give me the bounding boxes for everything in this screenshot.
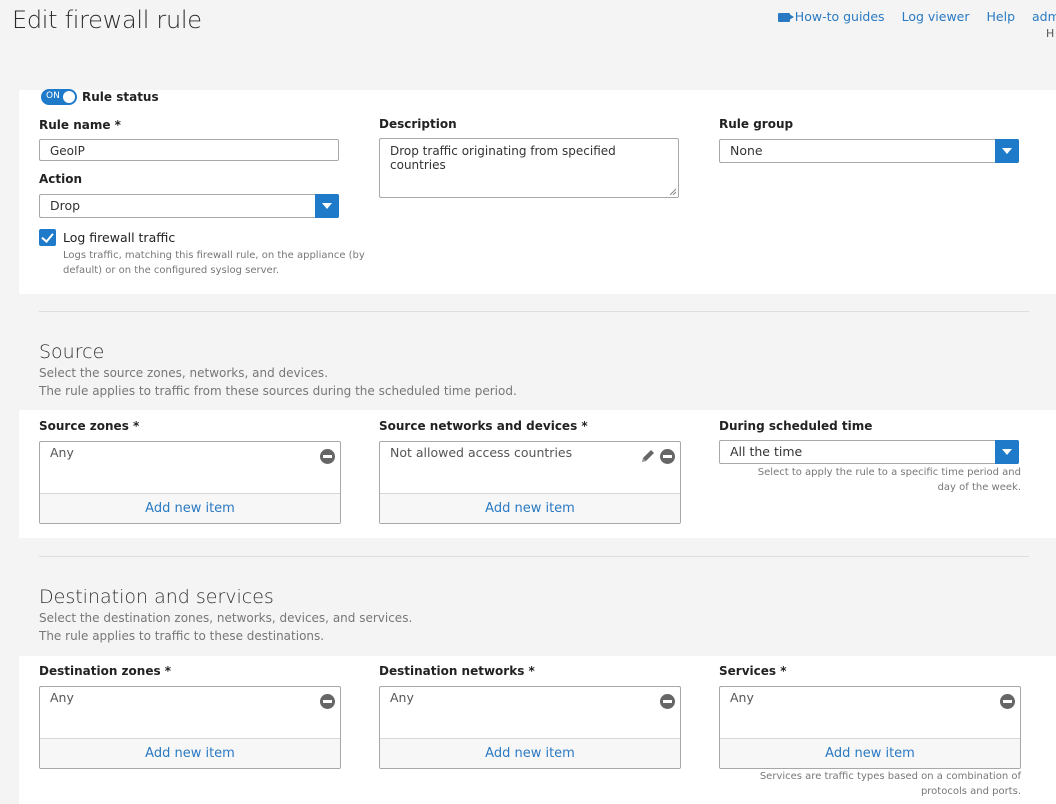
divider: [39, 311, 1029, 312]
rule-status-label: Rule status: [82, 90, 159, 104]
top-links: How-to guides Log viewer Help admin: [777, 9, 1056, 24]
rule-status-toggle[interactable]: ON: [41, 89, 77, 105]
source-networks-label: Source networks and devices *: [379, 419, 588, 433]
howto-link[interactable]: How-to guides: [777, 9, 885, 24]
rule-name-label: Rule name *: [39, 118, 121, 132]
destination-zones-list: Any Add new item: [39, 686, 341, 769]
schedule-help: Select to apply the rule to a specific t…: [757, 467, 1021, 493]
destination-desc-1: Select the destination zones, networks, …: [39, 611, 413, 625]
remove-icon[interactable]: [660, 449, 675, 464]
page-title: Edit firewall rule: [12, 6, 202, 34]
action-select[interactable]: Drop: [39, 194, 339, 218]
pencil-icon[interactable]: [640, 448, 656, 464]
rule-group-label: Rule group: [719, 117, 794, 131]
chevron-down-icon[interactable]: [995, 139, 1019, 163]
add-new-item-button[interactable]: Add new item: [380, 493, 680, 523]
action-value: Drop: [50, 198, 81, 213]
source-zones-list: Any Add new item: [39, 441, 341, 524]
description-textarea[interactable]: Drop traffic originating from specified …: [379, 138, 679, 198]
services-list: Any Add new item: [719, 686, 1021, 769]
action-label: Action: [39, 172, 83, 186]
log-viewer-link[interactable]: Log viewer: [902, 9, 970, 24]
list-item: Any: [50, 445, 74, 460]
schedule-value: All the time: [730, 444, 803, 459]
remove-icon[interactable]: [320, 694, 335, 709]
list-item: Any: [730, 690, 754, 705]
resize-handle-icon[interactable]: [669, 188, 676, 195]
destination-desc-2: The rule applies to traffic to these des…: [39, 629, 325, 643]
remove-icon[interactable]: [660, 694, 675, 709]
remove-icon[interactable]: [1000, 694, 1015, 709]
log-traffic-label: Log firewall traffic: [63, 230, 176, 245]
toggle-on-text: ON: [46, 91, 60, 101]
log-traffic-checkbox[interactable]: [39, 229, 56, 246]
rule-group-value: None: [730, 143, 763, 158]
log-traffic-help: Logs traffic, matching this firewall rul…: [63, 250, 365, 276]
toggle-knob: [63, 91, 75, 103]
source-desc-2: The rule applies to traffic from these s…: [39, 384, 517, 398]
help-link[interactable]: Help: [987, 9, 1016, 24]
destination-title: Destination and services: [39, 586, 274, 608]
add-new-item-button[interactable]: Add new item: [720, 738, 1020, 768]
schedule-select[interactable]: All the time: [719, 440, 1019, 464]
description-label: Description: [379, 117, 457, 131]
source-zones-label: Source zones *: [39, 419, 140, 433]
divider: [39, 556, 1029, 557]
chevron-down-icon[interactable]: [995, 440, 1019, 464]
description-text: Drop traffic originating from specified …: [390, 144, 616, 172]
list-item: Not allowed access countries: [390, 445, 573, 460]
list-item: Any: [390, 690, 414, 705]
list-item: Any: [50, 690, 74, 705]
schedule-label: During scheduled time: [719, 419, 873, 433]
source-networks-list: Not allowed access countries Add new ite…: [379, 441, 681, 524]
user-menu[interactable]: admin: [1032, 9, 1056, 24]
video-camera-icon: [777, 13, 794, 22]
destination-networks-list: Any Add new item: [379, 686, 681, 769]
add-new-item-button[interactable]: Add new item: [40, 493, 340, 523]
rule-name-input[interactable]: GeoIP: [39, 139, 339, 161]
howto-label: How-to guides: [794, 9, 885, 24]
services-label: Services *: [719, 664, 787, 678]
destination-networks-label: Destination networks *: [379, 664, 535, 678]
user-sub-label: H: [1046, 27, 1055, 40]
add-new-item-button[interactable]: Add new item: [380, 738, 680, 768]
services-help: Services are traffic types based on a co…: [759, 771, 1021, 797]
chevron-down-icon[interactable]: [315, 194, 339, 218]
source-title: Source: [39, 341, 105, 363]
remove-icon[interactable]: [320, 449, 335, 464]
destination-zones-label: Destination zones *: [39, 664, 172, 678]
rule-group-select[interactable]: None: [719, 139, 1019, 163]
add-new-item-button[interactable]: Add new item: [40, 738, 340, 768]
source-desc-1: Select the source zones, networks, and d…: [39, 366, 329, 380]
